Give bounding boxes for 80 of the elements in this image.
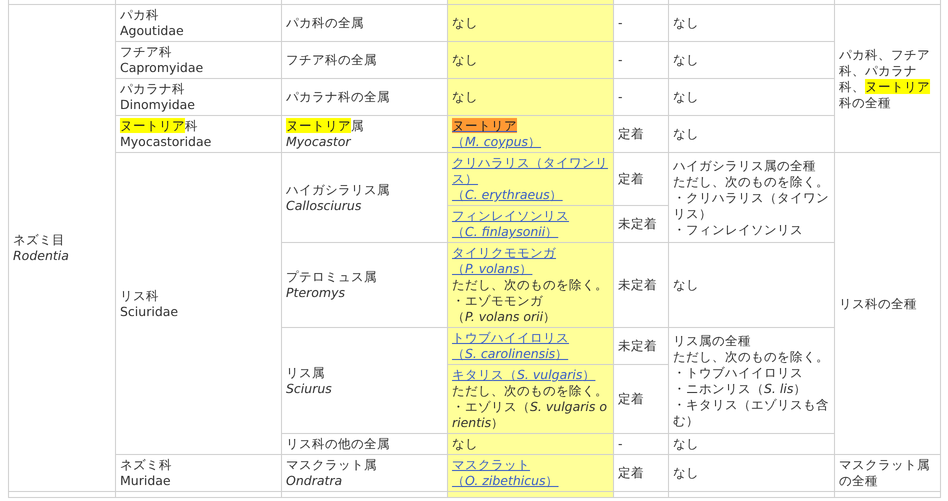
family-latin-name: Agoutidae [120,23,185,39]
scope-text: マスクラット属の全種 [839,457,931,489]
status-text: - [618,15,624,31]
order-name: ネズミ目 [13,232,66,248]
species-link[interactable]: （P. volans） [452,261,609,277]
species-link[interactable]: （C. finlaysonii） [452,224,609,240]
genus-latin-name: Sciurus [286,380,333,396]
species-text: ただし、次のものを除く。 [452,277,609,293]
exclusion-text: ・トウブハイイロリス [673,364,804,380]
family-name: リス科 [120,288,160,304]
species-text: ただし、次のものを除く。 [452,383,609,399]
exclusion-text: ・キタリス（エゾリスも含む） [673,396,830,428]
family-latin-name: Capromyidae [120,60,204,76]
status-text: - [618,52,624,68]
exclusion-text: なし [673,465,700,481]
species-link[interactable]: マスクラット [452,457,609,473]
genus-latin-name: Callosciurus [286,198,362,214]
family-name: フチア科 [120,44,173,60]
species-link[interactable]: （O. zibethicus） [452,473,609,489]
status-text: 定着 [618,126,645,142]
species-link[interactable]: トウブハイイロリス [452,330,609,346]
exclusion-text: ハイガシラリス属の全種 [673,158,817,174]
status-text: 未定着 [618,338,658,354]
exclusion-text: なし [673,436,700,452]
family-latin-name: Myocastoridae [120,134,212,150]
species-text: なし [452,89,479,105]
exclusion-text: ただし、次のものを除く。 [673,174,830,190]
species-text: なし [452,15,479,31]
exclusion-text: なし [673,52,700,68]
species-link[interactable]: キタリス（S. vulgaris） [452,367,609,383]
genus-name: フチア科の全属 [286,52,378,68]
species-text: ・エゾリス（S. vulgaris orientis） [452,399,608,431]
species-text: ・エゾモモンガ [452,293,544,309]
exclusion-text: なし [673,126,700,142]
species-link[interactable]: （C. erythraeus） [452,187,609,203]
status-text: - [618,89,624,105]
exclusion-text: ただし、次のものを除く。 [673,348,830,364]
genus-name: リス科の他の全属 [286,436,391,452]
genus-name: リス属 [286,364,326,380]
genus-name: パカ科の全属 [286,15,365,31]
genus-latin-name: Pteromys [286,285,346,301]
genus-latin-name: Myocastor [286,134,352,150]
status-text: - [618,436,624,452]
genus-name: ヌートリア属 [286,118,365,134]
species-link[interactable]: （M. coypus） [452,134,609,150]
exclusion-text: なし [673,15,700,31]
status-text: 定着 [618,171,645,187]
status-text: 未定着 [618,216,658,232]
status-text: 定着 [618,391,645,407]
species-link[interactable]: クリハラリス（タイワンリス） [452,155,609,187]
species-text: なし [452,436,479,452]
family-name: ネズミ科 [120,457,173,473]
order-latin-name: Rodentia [13,248,70,264]
family-name: パカラナ科 [120,81,186,97]
species-text: なし [452,52,479,68]
genus-latin-name: Ondratra [286,473,344,489]
family-latin-name: Sciuridae [120,304,180,320]
exclusion-text: ・クリハラリス（タイワンリス） [673,190,830,222]
exclusion-text: リス属の全種 [673,332,752,348]
family-name: パカ科 [120,7,160,23]
genus-name: パカラナ科の全属 [286,89,391,105]
family-latin-name: Dinomyidae [120,97,196,113]
species-link[interactable]: タイリクモモンガ [452,245,609,261]
family-name: ヌートリア科 [120,118,199,134]
species-text: （P. volans orii） [452,309,558,325]
scope-text: パカ科、フチア科、パカラナ科、ヌートリア 科の全種 [839,46,931,110]
species-link[interactable]: フィンレイソンリス [452,208,609,224]
exclusion-text: ・フィンレイソンリス [673,222,804,238]
status-text: 定着 [618,465,645,481]
exclusion-text: なし [673,277,700,293]
exclusion-text: ・ニホンリス（S. lis） [673,380,808,396]
exclusion-text: なし [673,89,700,105]
genus-name: ハイガシラリス属 [286,182,391,198]
family-latin-name: Muridae [120,473,172,489]
scope-text: リス科の全種 [839,296,918,312]
genus-name: マスクラット属 [286,457,378,473]
species-link[interactable]: ヌートリア [452,118,609,134]
genus-name: プテロミュス属 [286,269,378,285]
status-text: 未定着 [618,277,658,293]
species-link[interactable]: （S. carolinensis） [452,346,609,362]
